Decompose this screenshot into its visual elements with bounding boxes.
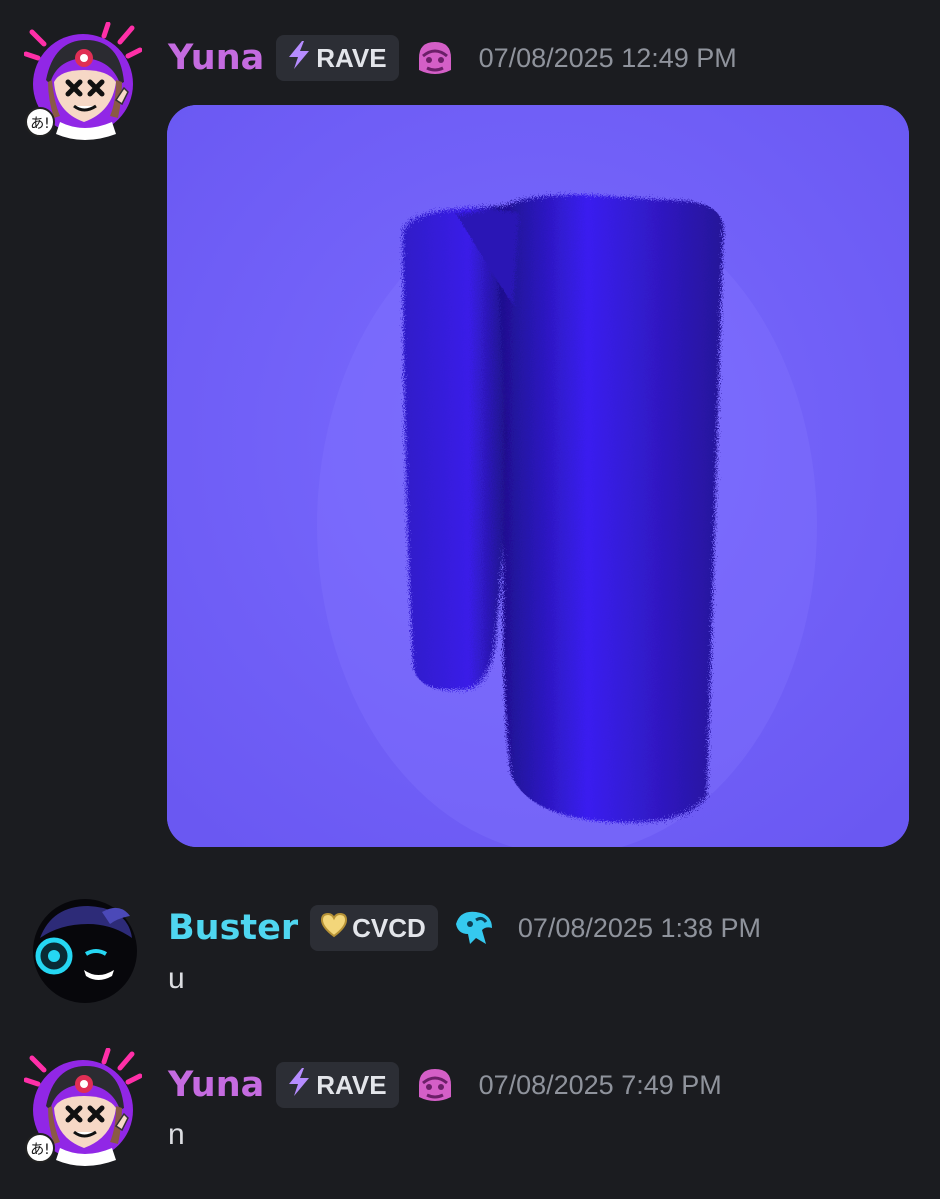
- server-tag[interactable]: CVCD: [310, 905, 438, 951]
- image-attachment[interactable]: [167, 105, 909, 847]
- svg-text:あ!: あ!: [30, 1142, 50, 1158]
- lightning-bolt-icon: [286, 1067, 312, 1104]
- server-tag[interactable]: RAVE: [276, 1062, 399, 1108]
- username[interactable]: Yuna: [168, 1065, 264, 1105]
- username[interactable]: Yuna: [168, 38, 264, 78]
- server-tag[interactable]: RAVE: [276, 35, 399, 81]
- server-tag-label: RAVE: [316, 42, 387, 73]
- yuna-avatar[interactable]: あ!: [24, 1048, 142, 1166]
- server-tag-label: RAVE: [316, 1069, 387, 1100]
- message-header: Buster CVCD 07/08/2025 1:38 PM: [168, 904, 761, 952]
- message-text: n: [168, 1118, 185, 1151]
- yellow-heart-icon: [320, 912, 348, 945]
- timestamp: 07/08/2025 1:38 PM: [517, 912, 762, 943]
- timestamp: 07/08/2025 12:49 PM: [478, 42, 737, 73]
- buster-avatar[interactable]: [32, 898, 138, 1004]
- lightning-bolt-icon: [286, 40, 312, 77]
- pink-character-icon[interactable]: [413, 1065, 457, 1105]
- timestamp: 07/08/2025 7:49 PM: [478, 1069, 722, 1100]
- message-text: u: [168, 962, 185, 995]
- yuna-avatar[interactable]: あ!: [24, 22, 142, 140]
- pink-character-icon[interactable]: [413, 38, 457, 78]
- message-header: Yuna RAVE 07/08/2025 12:49 PM: [168, 34, 737, 82]
- cyan-character-icon[interactable]: [452, 908, 496, 948]
- chat-log: あ! Yuna RAVE 07/08/2025 12:49 PM Buster …: [0, 0, 940, 1199]
- server-tag-label: CVCD: [352, 912, 426, 943]
- username[interactable]: Buster: [168, 908, 298, 948]
- fur-letter-image: [167, 105, 909, 847]
- message-header: Yuna RAVE 07/08/2025 7:49 PM: [168, 1061, 722, 1109]
- svg-text:あ!: あ!: [30, 116, 50, 132]
